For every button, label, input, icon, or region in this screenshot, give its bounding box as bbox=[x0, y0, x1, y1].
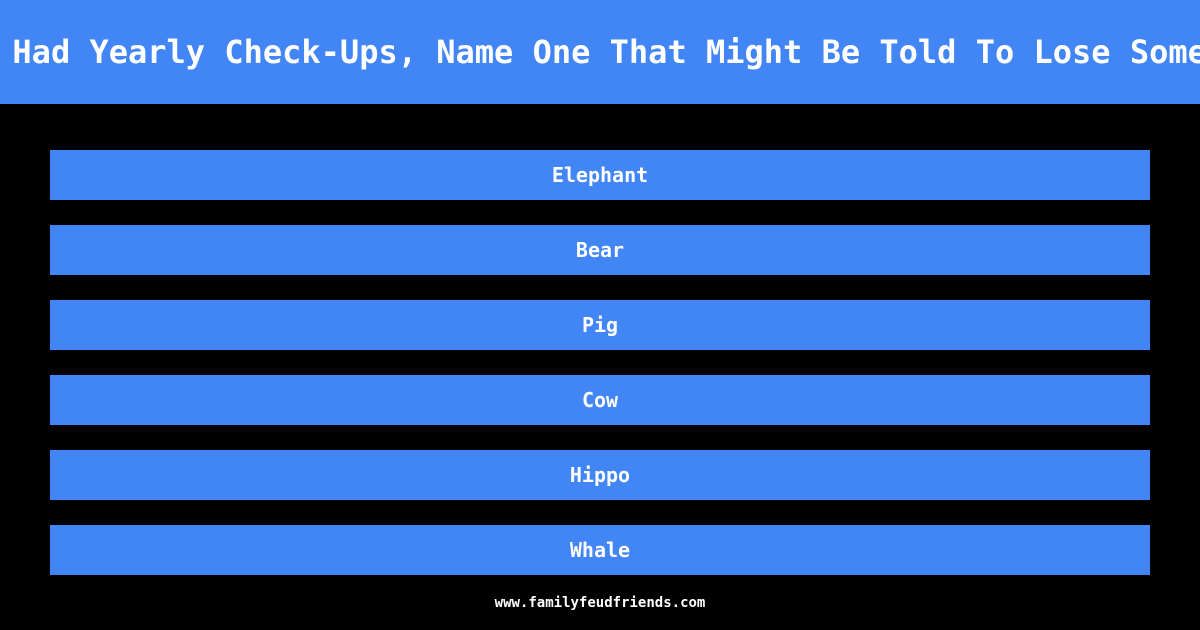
question-text: Animals Had Yearly Check-Ups, Name One T… bbox=[0, 33, 1200, 71]
answers-list: Elephant Bear Pig Cow Hippo Whale bbox=[50, 150, 1150, 575]
answer-label: Hippo bbox=[569, 463, 631, 487]
question-banner: Animals Had Yearly Check-Ups, Name One T… bbox=[0, 0, 1200, 104]
answer-label: Pig bbox=[581, 313, 619, 337]
answer-row[interactable]: Pig bbox=[50, 300, 1150, 350]
answer-row[interactable]: Whale bbox=[50, 525, 1150, 575]
answer-row[interactable]: Hippo bbox=[50, 450, 1150, 500]
answer-label: Cow bbox=[581, 388, 619, 412]
site-url[interactable]: www.familyfeudfriends.com bbox=[495, 595, 706, 611]
answer-label: Whale bbox=[569, 538, 631, 562]
footer: www.familyfeudfriends.com bbox=[0, 575, 1200, 630]
answer-row[interactable]: Elephant bbox=[50, 150, 1150, 200]
answer-label: Bear bbox=[575, 238, 625, 262]
answer-label: Elephant bbox=[551, 163, 649, 187]
answer-row[interactable]: Cow bbox=[50, 375, 1150, 425]
family-feud-answer-card: Animals Had Yearly Check-Ups, Name One T… bbox=[0, 0, 1200, 630]
answer-row[interactable]: Bear bbox=[50, 225, 1150, 275]
